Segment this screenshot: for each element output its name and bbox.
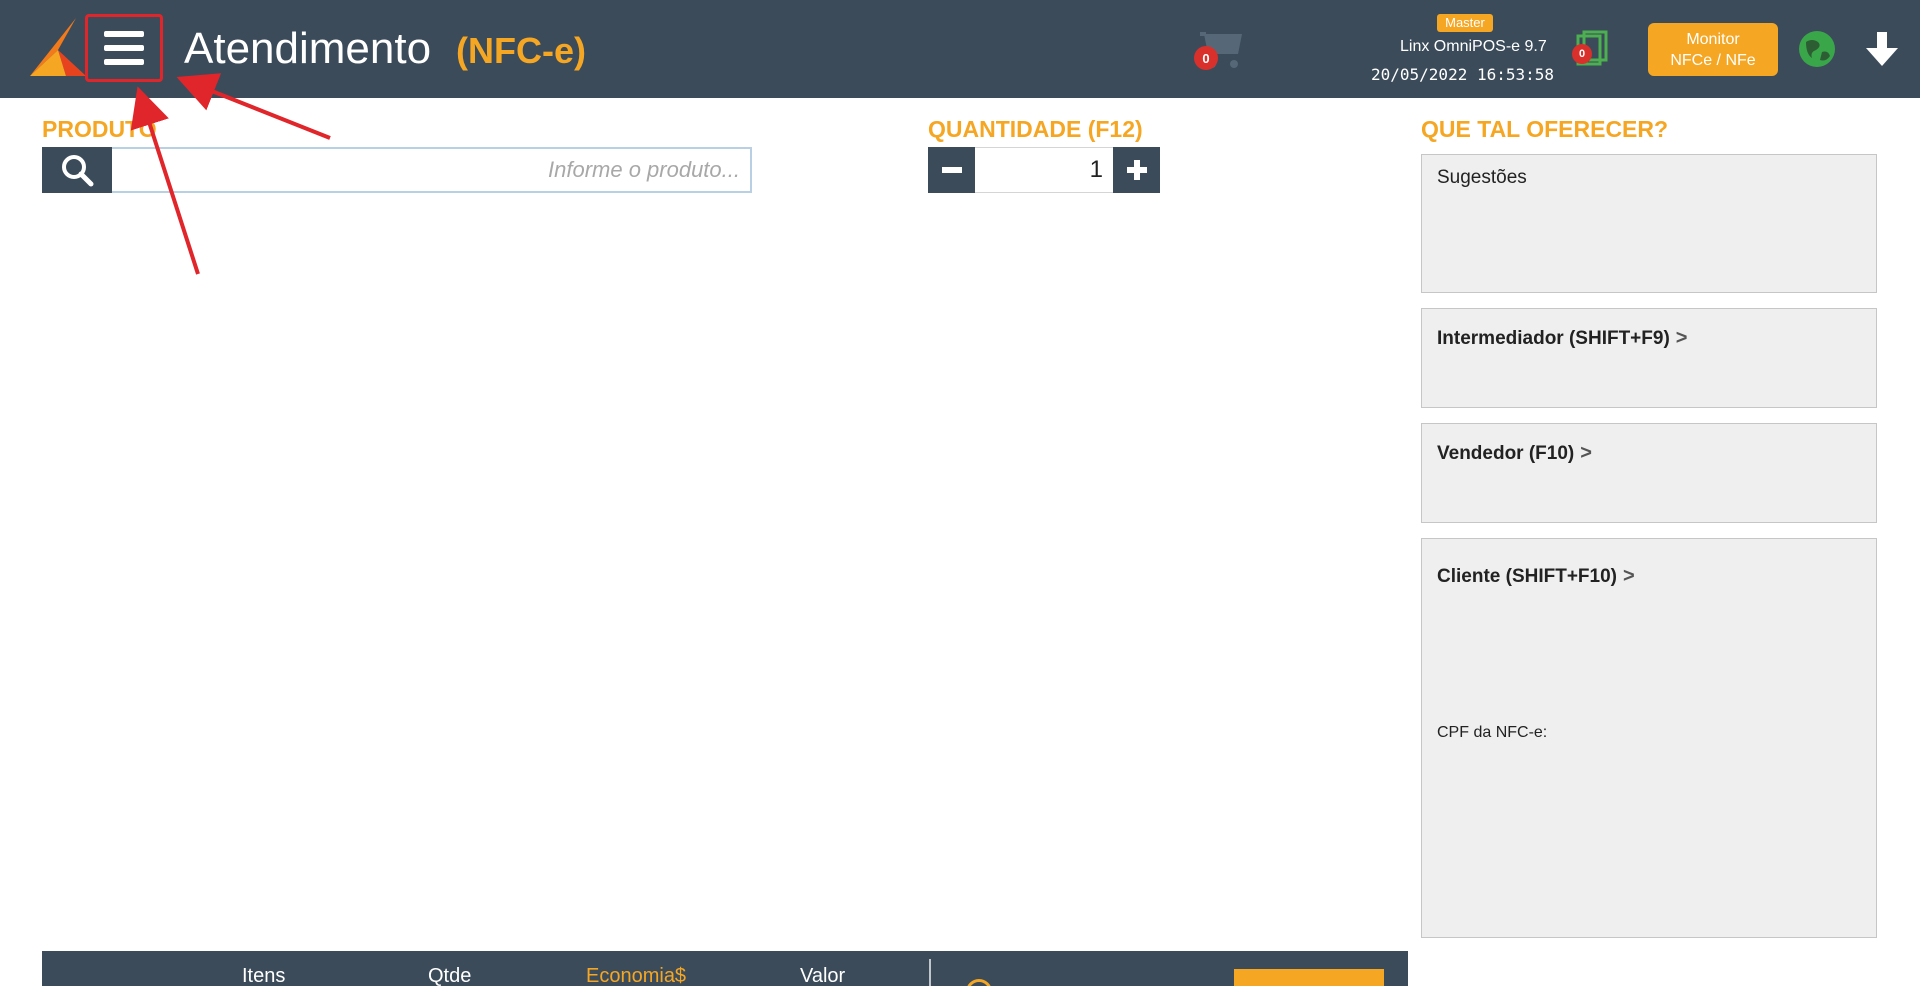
intermediary-panel[interactable]: Intermediador (SHIFT+F9) > <box>1421 308 1877 408</box>
quantity-decrement-button[interactable] <box>928 147 975 193</box>
globe-icon[interactable] <box>1798 30 1836 68</box>
intermediary-label: Intermediador (SHIFT+F9) <box>1437 328 1670 349</box>
datetime: 20/05/2022 16:53:58 <box>1371 65 1555 84</box>
menu-button[interactable] <box>85 14 163 82</box>
minus-icon <box>941 167 962 173</box>
summary-qty-label: Qtde <box>428 965 472 986</box>
master-badge: Master <box>1437 14 1493 32</box>
menu-icon-line <box>104 45 144 51</box>
seller-panel[interactable]: Vendedor (F10) > <box>1421 423 1877 523</box>
arrow-down-icon[interactable] <box>1862 28 1902 68</box>
top-bar: Atendimento (NFC-e) 0 Master Linx OmniPO… <box>0 0 1920 98</box>
chevron-right-icon: > <box>1675 327 1688 349</box>
monitor-label-line1: Monitor <box>1686 30 1740 48</box>
quantity-value[interactable]: 1 <box>975 147 1113 193</box>
summary-savings-label: Economia$ <box>586 965 687 986</box>
seller-title[interactable]: Vendedor (F10) > <box>1437 442 1592 465</box>
cart-count-badge: 0 <box>1194 46 1218 70</box>
cart-button[interactable]: 0 <box>1190 28 1246 72</box>
suggestions-panel: Sugestões <box>1421 154 1877 293</box>
coin-icon <box>966 979 992 986</box>
documents-button[interactable]: 0 <box>1568 30 1610 70</box>
doc-count-badge: 0 <box>1572 44 1592 64</box>
seller-label: Vendedor (F10) <box>1437 443 1575 464</box>
product-input[interactable] <box>112 147 752 193</box>
intermediary-title[interactable]: Intermediador (SHIFT+F9) > <box>1437 327 1687 350</box>
client-panel[interactable]: Cliente (SHIFT+F10) > CPF da NFC-e: <box>1421 538 1877 938</box>
app-version: Linx OmniPOS-e 9.7 <box>1400 38 1547 55</box>
menu-icon-line <box>104 59 144 65</box>
chevron-right-icon: > <box>1580 442 1592 464</box>
page-title: Atendimento <box>184 24 432 73</box>
summary-bar: Itens Qtde Economia$ Valor <box>42 951 1408 986</box>
summary-items-label: Itens <box>242 965 286 986</box>
checkout-button[interactable] <box>1234 969 1384 986</box>
page-subtitle: (NFC-e) <box>456 30 586 71</box>
search-icon <box>62 155 94 187</box>
quantity-increment-button[interactable] <box>1113 147 1160 193</box>
plus-icon <box>1126 160 1147 180</box>
summary-value-label: Valor <box>800 965 846 986</box>
quantity-label: QUANTIDADE (F12) <box>928 116 1143 142</box>
suggestions-title: Sugestões <box>1437 167 1527 188</box>
chevron-right-icon: > <box>1623 565 1635 587</box>
client-label: Cliente (SHIFT+F10) <box>1437 566 1617 587</box>
monitor-label-line2: NFCe / NFe <box>1670 51 1756 69</box>
search-button[interactable] <box>42 147 112 193</box>
quantity-value-text: 1 <box>1089 156 1103 183</box>
linx-logo <box>30 18 86 76</box>
summary-divider <box>929 959 931 986</box>
product-label: PRODUTO <box>42 116 157 142</box>
menu-icon-line <box>104 31 144 37</box>
monitor-nfce-button[interactable]: Monitor NFCe / NFe <box>1648 23 1778 76</box>
client-title[interactable]: Cliente (SHIFT+F10) > <box>1437 565 1635 588</box>
offer-label: QUE TAL OFERECER? <box>1421 116 1669 142</box>
cpf-label: CPF da NFC-e: <box>1437 724 1548 741</box>
